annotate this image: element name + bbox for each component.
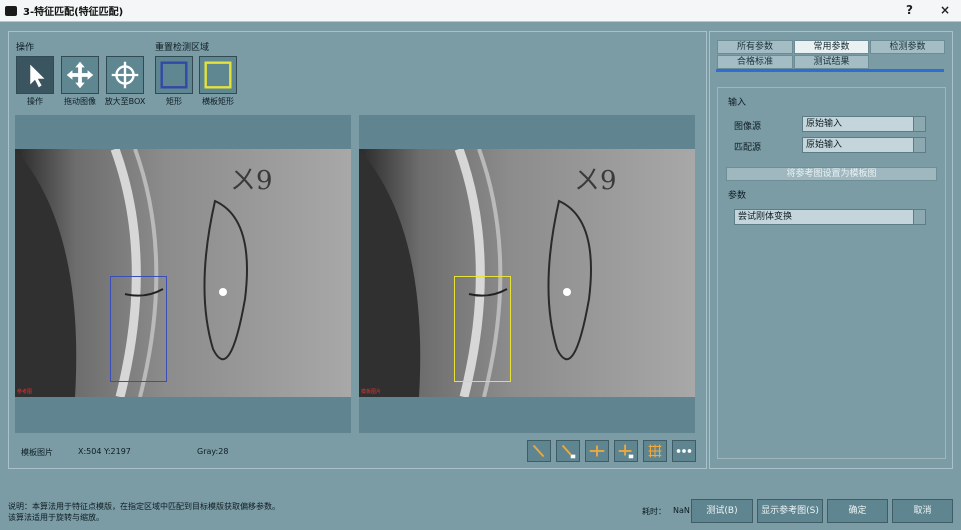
cross-add-button[interactable] <box>614 440 638 462</box>
image-source-label: 图像源 <box>734 122 762 132</box>
transform-select[interactable]: 尝试刚体变换 <box>734 209 926 225</box>
app-icon <box>5 5 17 16</box>
cross-tool-button[interactable] <box>585 440 609 462</box>
active-tab-indicator <box>716 69 944 72</box>
transform-value: 尝试刚体变换 <box>738 212 793 222</box>
reference-image-canvas: ㄨ9 <box>15 149 351 397</box>
cross-add-icon <box>618 444 634 459</box>
reference-image[interactable]: ㄨ9 参考图 <box>15 149 351 397</box>
reference-image-view[interactable]: ㄨ9 参考图 <box>15 115 351 433</box>
tab-common-params[interactable]: 常用参数 <box>794 40 869 54</box>
status-gray-value: Gray:28 <box>197 447 229 456</box>
reference-image-tag: 参考图 <box>17 389 33 395</box>
operation-header: 操作 <box>16 43 35 53</box>
template-rectangle-tool-button[interactable] <box>199 56 237 94</box>
elapsed-time-label: 耗时： <box>642 507 666 516</box>
chevron-down-icon <box>913 210 925 224</box>
region-header: 重置检测区域 <box>155 43 210 53</box>
status-image-name: 模板图片 <box>21 448 53 457</box>
match-source-select[interactable]: 原始输入 <box>802 137 926 153</box>
description-line-2: 该算法适用于旋转与缩放。 <box>8 513 104 522</box>
window-title: 3-特征匹配(特征匹配) <box>23 7 124 18</box>
chevron-down-icon <box>913 117 925 131</box>
template-image-view[interactable]: ㄨ9 模板图片 <box>359 115 695 433</box>
ok-button[interactable]: 确定 <box>827 499 888 523</box>
description-line-1: 说明：本算法用于特征点模版，在指定区域中匹配到目标模版获取偏移参数。 <box>8 502 280 511</box>
match-source-value: 原始输入 <box>806 140 843 150</box>
cross-tool-icon <box>589 445 605 457</box>
more-button[interactable] <box>672 440 696 462</box>
svg-text:ㄨ9: ㄨ9 <box>574 166 617 196</box>
test-button[interactable]: 测试(B) <box>691 499 753 523</box>
line-tool-icon <box>532 444 545 458</box>
rectangle-icon <box>160 61 188 89</box>
tab-detection-params[interactable]: 检测参数 <box>870 40 945 54</box>
show-reference-button[interactable]: 显示参考图(S) <box>757 499 823 523</box>
template-image[interactable]: ㄨ9 模板图片 <box>359 149 695 397</box>
elapsed-time-value: NaN <box>673 506 690 515</box>
template-rectangle-tool-label: 横板矩形 <box>202 97 234 106</box>
tab-all-params[interactable]: 所有参数 <box>717 40 793 54</box>
more-icon <box>676 449 692 453</box>
move-icon <box>66 61 94 89</box>
template-image-tag: 模板图片 <box>361 389 382 395</box>
zoom-box-tool-button[interactable] <box>106 56 144 94</box>
grid-button[interactable] <box>643 440 667 462</box>
set-reference-as-template-button[interactable]: 将参考图设置为模板图 <box>726 167 937 181</box>
pointer-icon <box>30 64 45 88</box>
status-coordinates: X:504 Y:2197 <box>78 447 131 456</box>
template-rectangle-icon <box>204 61 232 89</box>
chevron-down-icon <box>913 138 925 152</box>
pointer-tool-button[interactable] <box>16 56 54 94</box>
help-button[interactable]: ? <box>906 3 913 17</box>
grid-icon <box>648 444 662 458</box>
rectangle-tool-button[interactable] <box>155 56 193 94</box>
image-source-value: 原始输入 <box>806 119 843 129</box>
move-tool-button[interactable] <box>61 56 99 94</box>
line-add-icon <box>561 444 576 459</box>
template-roi[interactable] <box>454 276 511 382</box>
tab-pass-criteria[interactable]: 合格标准 <box>717 55 793 69</box>
line-tool-button[interactable] <box>527 440 551 462</box>
close-button[interactable]: × <box>940 3 950 17</box>
match-source-label: 匹配源 <box>734 143 762 153</box>
tab-test-results[interactable]: 测试结果 <box>794 55 869 69</box>
params-header: 参数 <box>728 191 747 201</box>
title-bar: 3-特征匹配(特征匹配) ? × <box>0 0 961 22</box>
svg-text:ㄨ9: ㄨ9 <box>230 166 273 196</box>
line-add-button[interactable] <box>556 440 580 462</box>
cancel-button[interactable]: 取消 <box>892 499 953 523</box>
input-header: 输入 <box>728 98 747 108</box>
template-image-canvas: ㄨ9 <box>359 149 695 397</box>
image-source-select[interactable]: 原始输入 <box>802 116 926 132</box>
reference-roi[interactable] <box>110 276 167 382</box>
crosshair-icon <box>111 61 139 89</box>
